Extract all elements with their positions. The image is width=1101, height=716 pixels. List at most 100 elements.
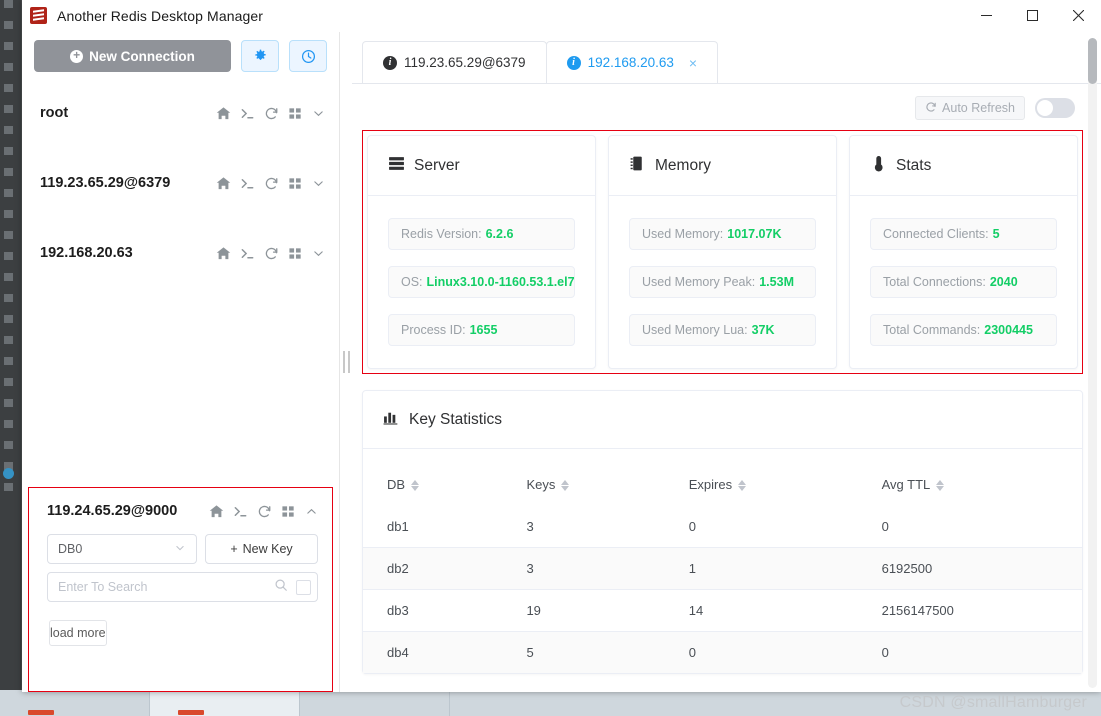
refresh-icon[interactable] <box>264 176 279 191</box>
stat-value: 5 <box>992 227 1000 241</box>
taskbar-item[interactable] <box>0 690 150 716</box>
card-header: Memory <box>609 136 836 196</box>
table-column-header[interactable]: DB <box>363 449 502 506</box>
new-key-button[interactable]: + New Key <box>205 534 318 564</box>
table-cell-db: db1 <box>387 519 409 534</box>
refresh-icon[interactable] <box>264 246 279 261</box>
search-options-button[interactable] <box>296 579 311 595</box>
main-panel: i 119.23.65.29@6379 i 192.168.20.63 × Auto R… <box>352 32 1101 692</box>
sort-arrows-icon[interactable] <box>738 480 747 492</box>
connection-list: root 119.23.65.29@6379 192.168.20.63 <box>22 78 339 487</box>
maximize-button[interactable] <box>1009 0 1055 32</box>
thermometer-icon <box>870 155 887 177</box>
auto-refresh-button[interactable]: Auto Refresh <box>915 96 1025 120</box>
stat-value: 1655 <box>469 323 498 337</box>
db-select[interactable]: DB0 <box>47 534 197 564</box>
table-row[interactable]: db4 5 0 0 <box>363 631 1082 673</box>
grid-icon[interactable] <box>281 504 296 519</box>
connection-name: 192.168.20.63 <box>40 245 133 261</box>
refresh-icon[interactable] <box>257 504 272 519</box>
connection-row[interactable]: root <box>22 78 339 148</box>
table-column-header[interactable]: Keys <box>502 449 664 506</box>
auto-refresh-toggle[interactable] <box>1035 98 1075 118</box>
scrollbar-thumb[interactable] <box>1088 38 1097 84</box>
redis-logo-icon <box>30 7 47 24</box>
table-cell-keys: 19 <box>502 589 665 632</box>
home-icon[interactable] <box>216 106 231 121</box>
table-row[interactable]: db1 3 0 0 <box>363 506 1082 548</box>
grid-icon[interactable] <box>288 176 303 191</box>
column-label: Expires <box>688 477 733 492</box>
search-icon[interactable] <box>270 578 292 597</box>
taskbar-item[interactable] <box>300 690 450 716</box>
tab-inactive[interactable]: i 119.23.65.29@6379 <box>362 41 547 83</box>
refresh-icon <box>925 101 937 116</box>
grid-icon[interactable] <box>288 246 303 261</box>
new-connection-button[interactable]: + New Connection <box>34 40 231 72</box>
taskbar-item-marker <box>178 710 204 715</box>
main-scroll-area: Auto Refresh Server Redis Version: 6.2.6 OS… <box>352 84 1101 692</box>
home-icon[interactable] <box>209 504 224 519</box>
table-cell-avg-ttl: 6192500 <box>857 547 1082 590</box>
home-icon[interactable] <box>216 176 231 191</box>
taskbar-item-marker <box>28 710 54 715</box>
card-body: Used Memory: 1017.07K Used Memory Peak: 1.5… <box>609 196 836 368</box>
server-icon <box>388 155 405 177</box>
chevron-down-icon[interactable] <box>312 177 325 190</box>
history-button[interactable] <box>289 40 327 72</box>
table-cell-db: db4 <box>363 631 503 673</box>
table-column-header[interactable]: Expires <box>665 449 858 506</box>
tab-active[interactable]: i 192.168.20.63 × <box>545 41 719 83</box>
card-body: Connected Clients: 5 Total Connections: 204… <box>850 196 1077 368</box>
column-label: Avg TTL <box>881 477 931 492</box>
connection-row[interactable]: 192.168.20.63 <box>22 218 339 288</box>
title-bar: Another Redis Desktop Manager <box>22 0 1101 32</box>
plus-icon: + <box>230 542 238 556</box>
info-cards-group: Server Redis Version: 6.2.6 OS: Linux3.10.0-… <box>362 130 1083 374</box>
tab-close-icon[interactable]: × <box>689 55 697 71</box>
plus-circle-icon: + <box>70 49 84 63</box>
table-cell-expires: 0 <box>664 631 858 673</box>
terminal-icon[interactable] <box>240 176 255 191</box>
connection-name: root <box>40 105 69 121</box>
key-statistics-card: Key Statistics DB Keys Expires Avg TTL db1 3… <box>362 390 1083 674</box>
chevron-down-icon[interactable] <box>312 247 325 260</box>
table-column-header[interactable]: Avg TTL <box>858 449 1082 506</box>
stat-label: Total Commands: <box>883 323 981 337</box>
refresh-icon[interactable] <box>264 106 279 121</box>
tab-bar: i 119.23.65.29@6379 i 192.168.20.63 × <box>352 32 1101 84</box>
key-search-field[interactable] <box>47 572 318 602</box>
stat-row: Used Memory Peak: 1.53M <box>629 266 816 298</box>
settings-button[interactable] <box>241 40 279 72</box>
table-row[interactable]: db3 19 14 2156147500 <box>363 589 1082 632</box>
chevron-down-icon[interactable] <box>312 107 325 120</box>
sort-arrows-icon[interactable] <box>936 480 945 492</box>
stat-value: 2040 <box>989 275 1018 289</box>
pane-splitter[interactable] <box>340 32 352 692</box>
active-connection-name: 119.24.65.29@9000 <box>47 503 178 519</box>
terminal-icon[interactable] <box>240 106 255 121</box>
taskbar-item[interactable] <box>150 690 300 716</box>
search-input[interactable] <box>58 580 270 594</box>
terminal-icon[interactable] <box>240 246 255 261</box>
sort-arrows-icon[interactable] <box>561 480 570 492</box>
connection-row[interactable]: 119.23.65.29@6379 <box>22 148 339 218</box>
card-title: Server <box>414 156 460 174</box>
table-cell-expires: 1 <box>664 547 858 590</box>
connection-actions <box>216 106 325 121</box>
stat-label: Redis Version: <box>401 227 482 241</box>
connection-actions <box>216 246 325 261</box>
grid-icon[interactable] <box>288 106 303 121</box>
connection-actions <box>209 504 318 519</box>
sort-arrows-icon[interactable] <box>411 480 420 492</box>
chevron-up-icon[interactable] <box>305 505 318 518</box>
chevron-down-icon <box>174 542 186 557</box>
vertical-scrollbar[interactable] <box>1088 38 1097 688</box>
active-connection-row[interactable]: 119.24.65.29@9000 <box>29 488 332 530</box>
close-button[interactable] <box>1055 0 1101 32</box>
terminal-icon[interactable] <box>233 504 248 519</box>
minimize-button[interactable] <box>963 0 1009 32</box>
table-row[interactable]: db2 3 1 6192500 <box>363 547 1082 590</box>
home-icon[interactable] <box>216 246 231 261</box>
load-more-button[interactable]: load more <box>49 620 107 646</box>
